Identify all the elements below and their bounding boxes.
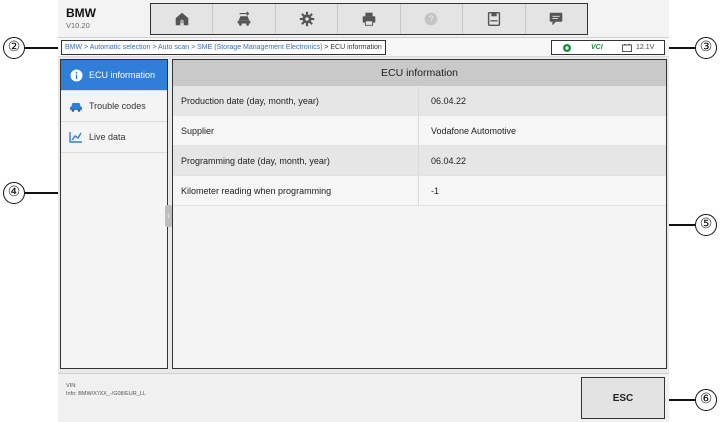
table-row: Production date (day, month, year) 06.04… [173, 86, 666, 116]
callout-3: ③ [667, 37, 717, 59]
row-value: 06.04.22 [431, 95, 467, 106]
callout-6: ⑥ [667, 389, 717, 411]
sidebar-item-ecu-information[interactable]: ECU information [61, 60, 167, 91]
home-button[interactable]: M [151, 4, 214, 34]
esc-button[interactable]: ESC [581, 377, 665, 419]
breadcrumb-current: ECU information [330, 44, 382, 51]
row-key: Supplier [173, 116, 419, 145]
toolbar: M ? [150, 3, 588, 35]
car-icon [69, 99, 83, 113]
breadcrumb-item-module[interactable]: SME (Storage Management Electronics) [197, 44, 322, 51]
message-button[interactable] [526, 4, 587, 34]
table-row: Kilometer reading when programming -1 [173, 176, 666, 206]
sidebar-item-live-data[interactable]: Live data [61, 122, 167, 153]
sidebar-item-label: ECU information [89, 70, 156, 80]
callout-2: ② [3, 37, 60, 59]
app-name: BMW [66, 6, 96, 20]
row-value: -1 [431, 185, 440, 196]
sidebar-collapse-handle[interactable]: ‹ [165, 205, 172, 227]
vehicle-info: VIN: Info: BMW/X'/XX_-/G08/EUR_LL [66, 382, 146, 398]
main-panel: ECU information Production date (day, mo… [172, 59, 667, 369]
connection-icon [562, 43, 571, 52]
print-icon [362, 12, 376, 26]
row-value: 06.04.22 [431, 155, 467, 166]
breadcrumb-item-auto-scan[interactable]: Auto scan [158, 44, 189, 51]
row-key: Programming date (day, month, year) [173, 146, 419, 175]
help-icon: ? [425, 12, 438, 26]
table-row: Programming date (day, month, year) 06.0… [173, 146, 666, 176]
help-button[interactable]: ? [401, 4, 464, 34]
vci-indicator: VCI [591, 44, 603, 51]
breadcrumb: BMW > Automatic selection > Auto scan > … [61, 40, 386, 55]
vehicle-swap-icon [237, 11, 251, 26]
app-brand: BMW V10.20 [66, 6, 96, 30]
callout-4: ④ [3, 182, 60, 204]
save-icon [487, 11, 500, 27]
sidebar-item-label: Trouble codes [89, 101, 146, 111]
row-key: Kilometer reading when programming [173, 176, 419, 205]
voltage-value: 12.1V [636, 44, 655, 51]
vehicle-swap-button[interactable] [213, 4, 276, 34]
table-row: Supplier Vodafone Automotive [173, 116, 666, 146]
top-bar: BMW V10.20 M ? [58, 0, 669, 38]
svg-text:?: ? [429, 14, 434, 24]
breadcrumb-item-make[interactable]: BMW [65, 44, 82, 51]
bottom-bar: VIN: Info: BMW/X'/XX_-/G08/EUR_LL ESC [58, 373, 669, 422]
battery-voltage: 12.1V [622, 43, 655, 52]
row-value: Vodafone Automotive [431, 125, 517, 136]
diagnostic-screen: BMW V10.20 M ? BMW > Automatic selection… [58, 0, 669, 422]
sidebar-item-label: Live data [89, 132, 126, 142]
settings-button[interactable] [276, 4, 339, 34]
vin-label: VIN: [66, 383, 77, 389]
sidebar-item-trouble-codes[interactable]: Trouble codes [61, 91, 167, 122]
home-icon: M [175, 12, 189, 26]
row-key: Production date (day, month, year) [173, 86, 419, 115]
function-sidebar: ECU information Trouble codes Live data [60, 59, 168, 369]
panel-title: ECU information [173, 60, 666, 86]
print-button[interactable] [338, 4, 401, 34]
save-button[interactable] [463, 4, 526, 34]
svg-text:M: M [179, 20, 184, 26]
callout-5: ⑤ [667, 214, 717, 236]
vehicle-info-text: Info: BMW/X'/XX_-/G08/EUR_LL [66, 391, 146, 397]
message-icon [549, 12, 563, 26]
ecu-info-table: Production date (day, month, year) 06.04… [173, 86, 666, 206]
app-version: V10.20 [66, 21, 90, 30]
breadcrumb-item-automatic-selection[interactable]: Automatic selection [90, 44, 151, 51]
breadcrumb-bar: BMW > Automatic selection > Auto scan > … [58, 38, 669, 57]
battery-icon [622, 43, 633, 52]
info-icon [69, 68, 83, 82]
chevron-left-icon: ‹ [167, 211, 170, 220]
chart-icon [69, 130, 83, 144]
settings-icon [299, 11, 314, 27]
status-bar: VCI 12.1V [551, 40, 665, 55]
